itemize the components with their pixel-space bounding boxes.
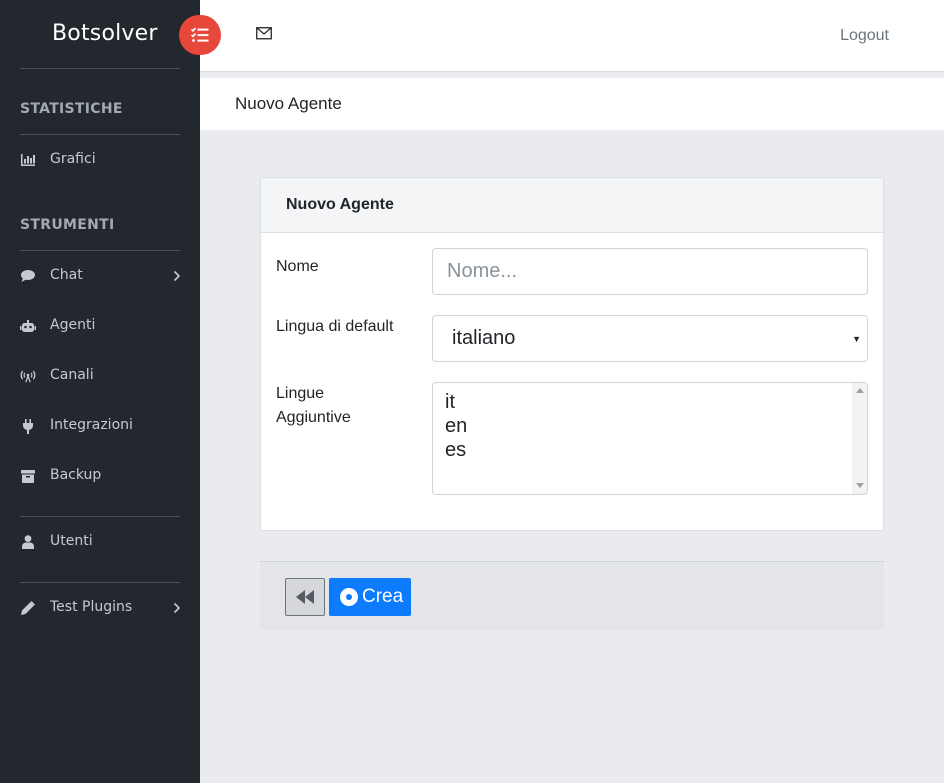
sidebar-item-test-plugins[interactable]: Test Plugins — [0, 588, 200, 628]
archive-icon — [20, 468, 36, 484]
envelope-icon[interactable] — [256, 27, 272, 40]
chevron-right-icon — [172, 269, 182, 283]
additional-languages-multiselect[interactable]: it en es — [432, 382, 868, 495]
additional-languages-label-line1: Lingue — [276, 385, 325, 402]
chat-icon — [20, 268, 36, 284]
default-language-label: Lingua di default — [276, 318, 394, 335]
robot-icon — [20, 318, 36, 334]
page-title-bar: Nuovo Agente — [200, 78, 944, 130]
sidebar-item-label: Chat — [50, 267, 83, 283]
sidebar: Botsolver STATISTICHE Grafici STRUMENTI … — [0, 0, 200, 783]
logout-link[interactable]: Logout — [840, 27, 889, 45]
sidebar-item-chat[interactable]: Chat — [0, 256, 200, 296]
sidebar-divider — [20, 582, 180, 583]
sidebar-item-label: Test Plugins — [50, 599, 133, 615]
sidebar-item-integrazioni[interactable]: Integrazioni — [0, 406, 200, 446]
pencil-icon — [20, 600, 36, 616]
sidebar-item-agenti[interactable]: Agenti — [0, 306, 200, 346]
brand: Botsolver — [0, 0, 200, 70]
scroll-up-arrow-icon[interactable] — [856, 388, 864, 393]
sidebar-item-label: Agenti — [50, 317, 96, 333]
back-button[interactable] — [285, 578, 325, 616]
brand-name[interactable]: Botsolver — [52, 21, 158, 46]
multiselect-options: it en es — [445, 390, 467, 462]
sidebar-item-grafici[interactable]: Grafici — [0, 140, 200, 180]
sidebar-divider — [20, 134, 180, 135]
form-actions-bar: Crea — [260, 561, 884, 630]
sidebar-toggle-button[interactable] — [179, 15, 221, 55]
user-icon — [20, 534, 36, 550]
top-header: Logout — [200, 0, 944, 72]
bar-chart-icon — [20, 152, 36, 168]
sidebar-item-label: Utenti — [50, 533, 93, 549]
default-language-value: italiano — [452, 327, 516, 349]
name-label: Nome — [276, 258, 319, 275]
card-header: Nuovo Agente — [261, 178, 883, 233]
dot-circle-icon — [340, 588, 358, 606]
sidebar-item-utenti[interactable]: Utenti — [0, 522, 200, 562]
language-option[interactable]: it — [445, 390, 467, 414]
name-input[interactable] — [432, 248, 868, 295]
additional-languages-label: Lingue Aggiuntive — [276, 382, 416, 430]
sidebar-divider — [20, 250, 180, 251]
language-option[interactable]: es — [445, 438, 467, 462]
scrollbar[interactable] — [852, 383, 867, 494]
page-title: Nuovo Agente — [235, 94, 342, 113]
default-language-select[interactable]: italiano ▼ — [432, 315, 868, 362]
caret-down-icon: ▼ — [852, 334, 861, 344]
create-button-label: Crea — [362, 586, 404, 607]
sidebar-divider — [20, 516, 180, 517]
backward-icon — [295, 590, 315, 604]
sidebar-divider — [20, 68, 180, 69]
broadcast-icon — [20, 368, 36, 384]
plug-icon — [20, 418, 36, 434]
section-title-strumenti: STRUMENTI — [20, 217, 115, 233]
chevron-right-icon — [172, 601, 182, 615]
form-card: Nuovo Agente Nome Lingua di default ital… — [260, 177, 884, 531]
sidebar-item-backup[interactable]: Backup — [0, 456, 200, 496]
sidebar-item-label: Canali — [50, 367, 94, 383]
language-option[interactable]: en — [445, 414, 467, 438]
list-check-icon — [191, 27, 209, 43]
scroll-down-arrow-icon[interactable] — [856, 483, 864, 488]
create-button[interactable]: Crea — [329, 578, 411, 616]
card-title: Nuovo Agente — [286, 196, 394, 213]
sidebar-item-canali[interactable]: Canali — [0, 356, 200, 396]
section-title-statistiche: STATISTICHE — [20, 101, 123, 117]
sidebar-item-label: Integrazioni — [50, 417, 133, 433]
additional-languages-label-line2: Aggiuntive — [276, 409, 351, 426]
sidebar-item-label: Grafici — [50, 151, 96, 167]
sidebar-item-label: Backup — [50, 467, 102, 483]
